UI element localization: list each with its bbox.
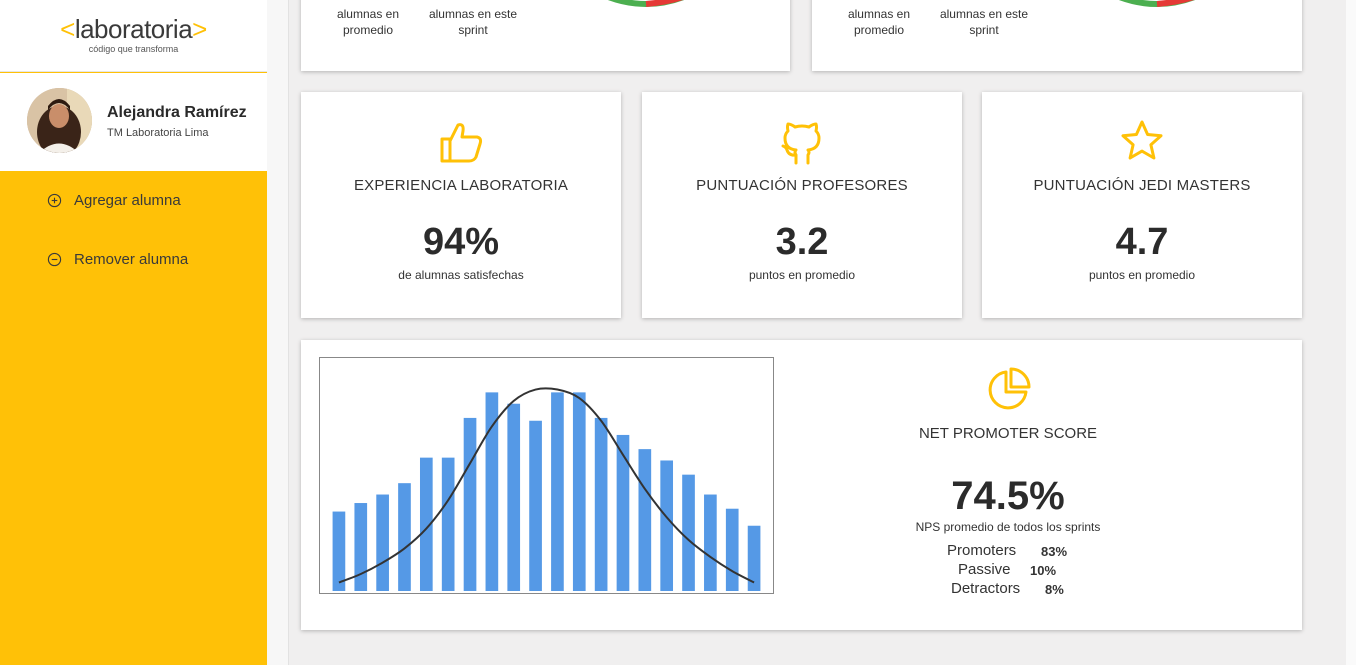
user-profile: Alejandra Ramírez TM Laboratoria Lima bbox=[0, 73, 267, 171]
stat-caption: de alumnas satisfechas bbox=[398, 268, 524, 282]
nps-passive-label: Passive bbox=[958, 561, 1011, 578]
chart-bar bbox=[725, 508, 739, 591]
stat-value: 3.2 bbox=[775, 221, 829, 263]
avg-students-label: alumnas en promedio bbox=[847, 7, 911, 37]
thumbs-up-icon bbox=[301, 119, 621, 165]
chart-bar bbox=[354, 503, 368, 591]
user-role: TM Laboratoria Lima bbox=[107, 127, 209, 139]
plus-circle-icon bbox=[47, 193, 62, 208]
scrollbar-track[interactable] bbox=[1346, 0, 1356, 665]
chart-bar bbox=[594, 417, 608, 591]
chart-bar bbox=[704, 494, 717, 591]
menu-item-label: Remover alumna bbox=[74, 251, 189, 268]
stat-value: 94% bbox=[422, 221, 500, 263]
chart-bar bbox=[376, 494, 389, 591]
content-gutter bbox=[267, 0, 289, 665]
stat-value: 4.7 bbox=[1115, 221, 1169, 263]
user-name: Alejandra Ramírez bbox=[107, 104, 247, 121]
stat-title: PUNTUACIÓN JEDI MASTERS bbox=[1033, 177, 1251, 194]
students-donut-chart bbox=[1118, 0, 1196, 7]
chart-bar bbox=[332, 511, 346, 591]
chart-bar bbox=[660, 460, 674, 591]
sprint-students-label: alumnas en este sprint bbox=[428, 7, 518, 37]
chart-bar bbox=[682, 474, 695, 591]
minus-circle-icon bbox=[47, 252, 62, 267]
chart-bar bbox=[485, 392, 499, 591]
chart-bar bbox=[441, 457, 455, 591]
stat-caption: puntos en promedio bbox=[1088, 268, 1196, 282]
logo-tagline: código que transforma bbox=[88, 44, 179, 54]
add-student-button[interactable]: Agregar alumna bbox=[47, 192, 181, 209]
chart-bar bbox=[572, 392, 586, 591]
nps-value: 74.5% bbox=[951, 474, 1065, 518]
chart-bar bbox=[463, 417, 477, 591]
jedi-masters-score-card: PUNTUACIÓN JEDI MASTERS 4.7 puntos en pr… bbox=[982, 92, 1302, 318]
chart-bar bbox=[529, 420, 542, 591]
stat-title: EXPERIENCIA LABORATORIA bbox=[353, 177, 569, 194]
sprint-students-label: alumnas en este sprint bbox=[939, 7, 1029, 37]
chart-bar bbox=[551, 392, 564, 591]
logo-wordmark: <laboratoria> bbox=[60, 14, 207, 44]
star-icon bbox=[982, 119, 1302, 165]
distribution-chart-svg bbox=[332, 387, 761, 591]
students-donut-chart bbox=[607, 0, 685, 7]
stat-caption: puntos en promedio bbox=[748, 268, 856, 282]
teachers-score-card: PUNTUACIÓN PROFESORES 3.2 puntos en prom… bbox=[642, 92, 962, 318]
avg-students-label: alumnas en promedio bbox=[336, 7, 400, 37]
chart-bar bbox=[638, 449, 652, 591]
nps-promoters-value: 83% bbox=[1041, 544, 1068, 559]
nps-detractors-value: 8% bbox=[1045, 582, 1064, 597]
students-card: alumnas en promedio alumnas en este spri… bbox=[812, 0, 1302, 71]
experience-card: EXPERIENCIA LABORATORIA 94% de alumnas s… bbox=[301, 92, 621, 318]
nps-caption: NPS promedio de todos los sprints bbox=[915, 520, 1101, 534]
chart-bar bbox=[507, 403, 521, 591]
avatar[interactable] bbox=[27, 88, 92, 153]
distribution-chart bbox=[319, 357, 774, 594]
stat-title: PUNTUACIÓN PROFESORES bbox=[696, 177, 908, 194]
nps-title: NET PROMOTER SCORE bbox=[918, 425, 1098, 442]
remove-student-button[interactable]: Remover alumna bbox=[47, 251, 188, 268]
sidebar: <laboratoria> código que transforma Alej… bbox=[0, 0, 267, 665]
pie-chart-icon bbox=[988, 367, 1031, 410]
chart-bar bbox=[398, 483, 411, 591]
nps-passive-value: 10% bbox=[1030, 563, 1057, 578]
logo[interactable]: <laboratoria> código que transforma bbox=[0, 0, 267, 72]
nps-card: NET PROMOTER SCORE 74.5% NPS promedio de… bbox=[301, 340, 1302, 630]
chart-bar bbox=[616, 434, 630, 591]
menu-item-label: Agregar alumna bbox=[74, 192, 181, 209]
github-icon bbox=[642, 119, 962, 165]
nps-detractors-label: Detractors bbox=[951, 580, 1021, 597]
students-card: alumnas en promedio alumnas en este spri… bbox=[301, 0, 790, 71]
nps-promoters-label: Promoters bbox=[947, 542, 1017, 559]
